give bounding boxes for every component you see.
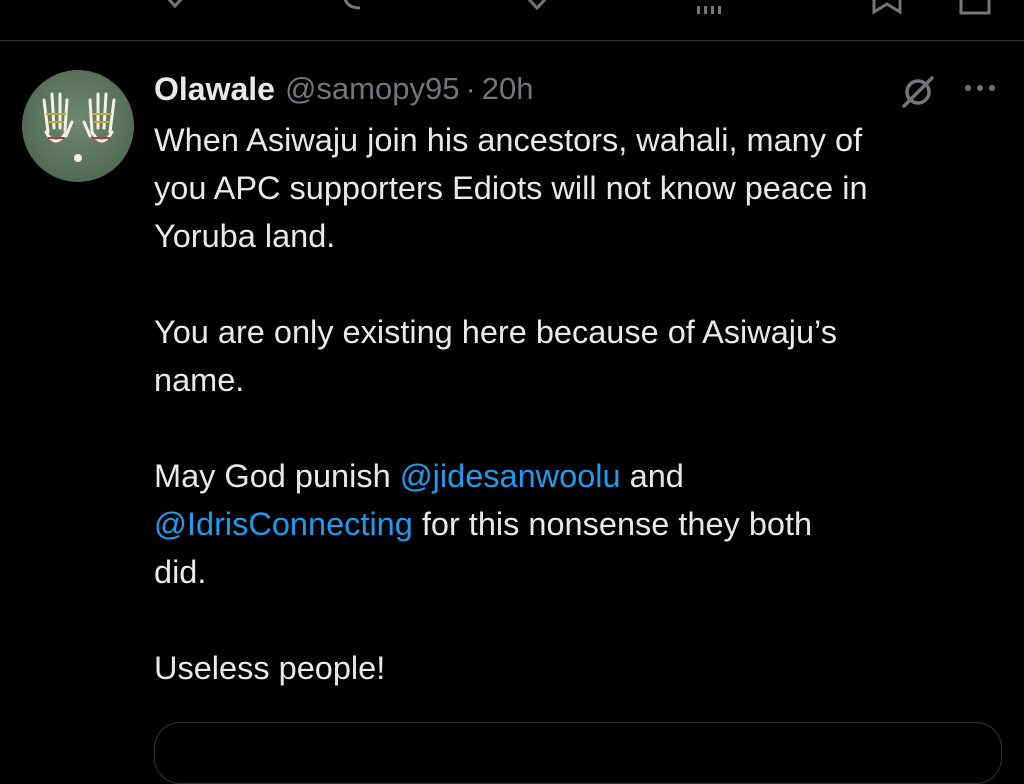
tweet-text-segment: May God punish xyxy=(154,458,400,494)
separator-dot: · xyxy=(465,71,476,106)
like-icon[interactable] xyxy=(520,0,554,16)
bookmark-icon[interactable] xyxy=(870,0,904,16)
reply-icon[interactable] xyxy=(160,0,190,16)
tweet-line: When Asiwaju join his ancestors, wahali,… xyxy=(154,122,863,158)
previous-tweet-action-bar xyxy=(0,0,1024,40)
timestamp[interactable]: 20h xyxy=(482,71,534,107)
tweet-text: When Asiwaju join his ancestors, wahali,… xyxy=(154,116,1014,740)
quoted-card[interactable] xyxy=(154,722,1002,784)
avatar[interactable] xyxy=(22,70,134,182)
mention-link-idrisconnecting[interactable]: @IdrisConnecting xyxy=(154,506,413,542)
tweet-header: Olawale @samopy95 · 20h xyxy=(154,66,534,112)
tweet-divider xyxy=(0,40,1024,41)
more-options-icon[interactable] xyxy=(960,78,1000,98)
share-icon[interactable] xyxy=(958,0,992,16)
tweet-paragraph-2: You are only existing here because of As… xyxy=(154,308,1014,404)
author-name[interactable]: Olawale xyxy=(154,71,275,108)
views-icon[interactable] xyxy=(695,0,725,16)
avatar-hands-image xyxy=(42,92,116,162)
tweet-text-segment: did. xyxy=(154,554,207,590)
tweet-line: name. xyxy=(154,362,245,398)
tweet-line: Yoruba land. xyxy=(154,218,336,254)
mention-link-jidesanwoolu[interactable]: @jidesanwoolu xyxy=(400,458,621,494)
grok-icon[interactable] xyxy=(898,72,938,112)
tweet-line: Useless people! xyxy=(154,650,386,686)
tweet-paragraph-4: Useless people! xyxy=(154,644,1014,692)
tweet-text-segment: and xyxy=(620,458,684,494)
tweet-paragraph-3: May God punish @jidesanwoolu and @IdrisCo… xyxy=(154,452,1014,596)
tweet-line: You are only existing here because of As… xyxy=(154,314,837,350)
tweet-line: you APC supporters Ediots will not know … xyxy=(154,170,868,206)
author-handle[interactable]: @samopy95 xyxy=(285,71,460,107)
tweet-paragraph-1: When Asiwaju join his ancestors, wahali,… xyxy=(154,116,1014,260)
repost-icon[interactable] xyxy=(340,0,380,16)
tweet-text-segment: for this nonsense they both xyxy=(412,506,813,542)
